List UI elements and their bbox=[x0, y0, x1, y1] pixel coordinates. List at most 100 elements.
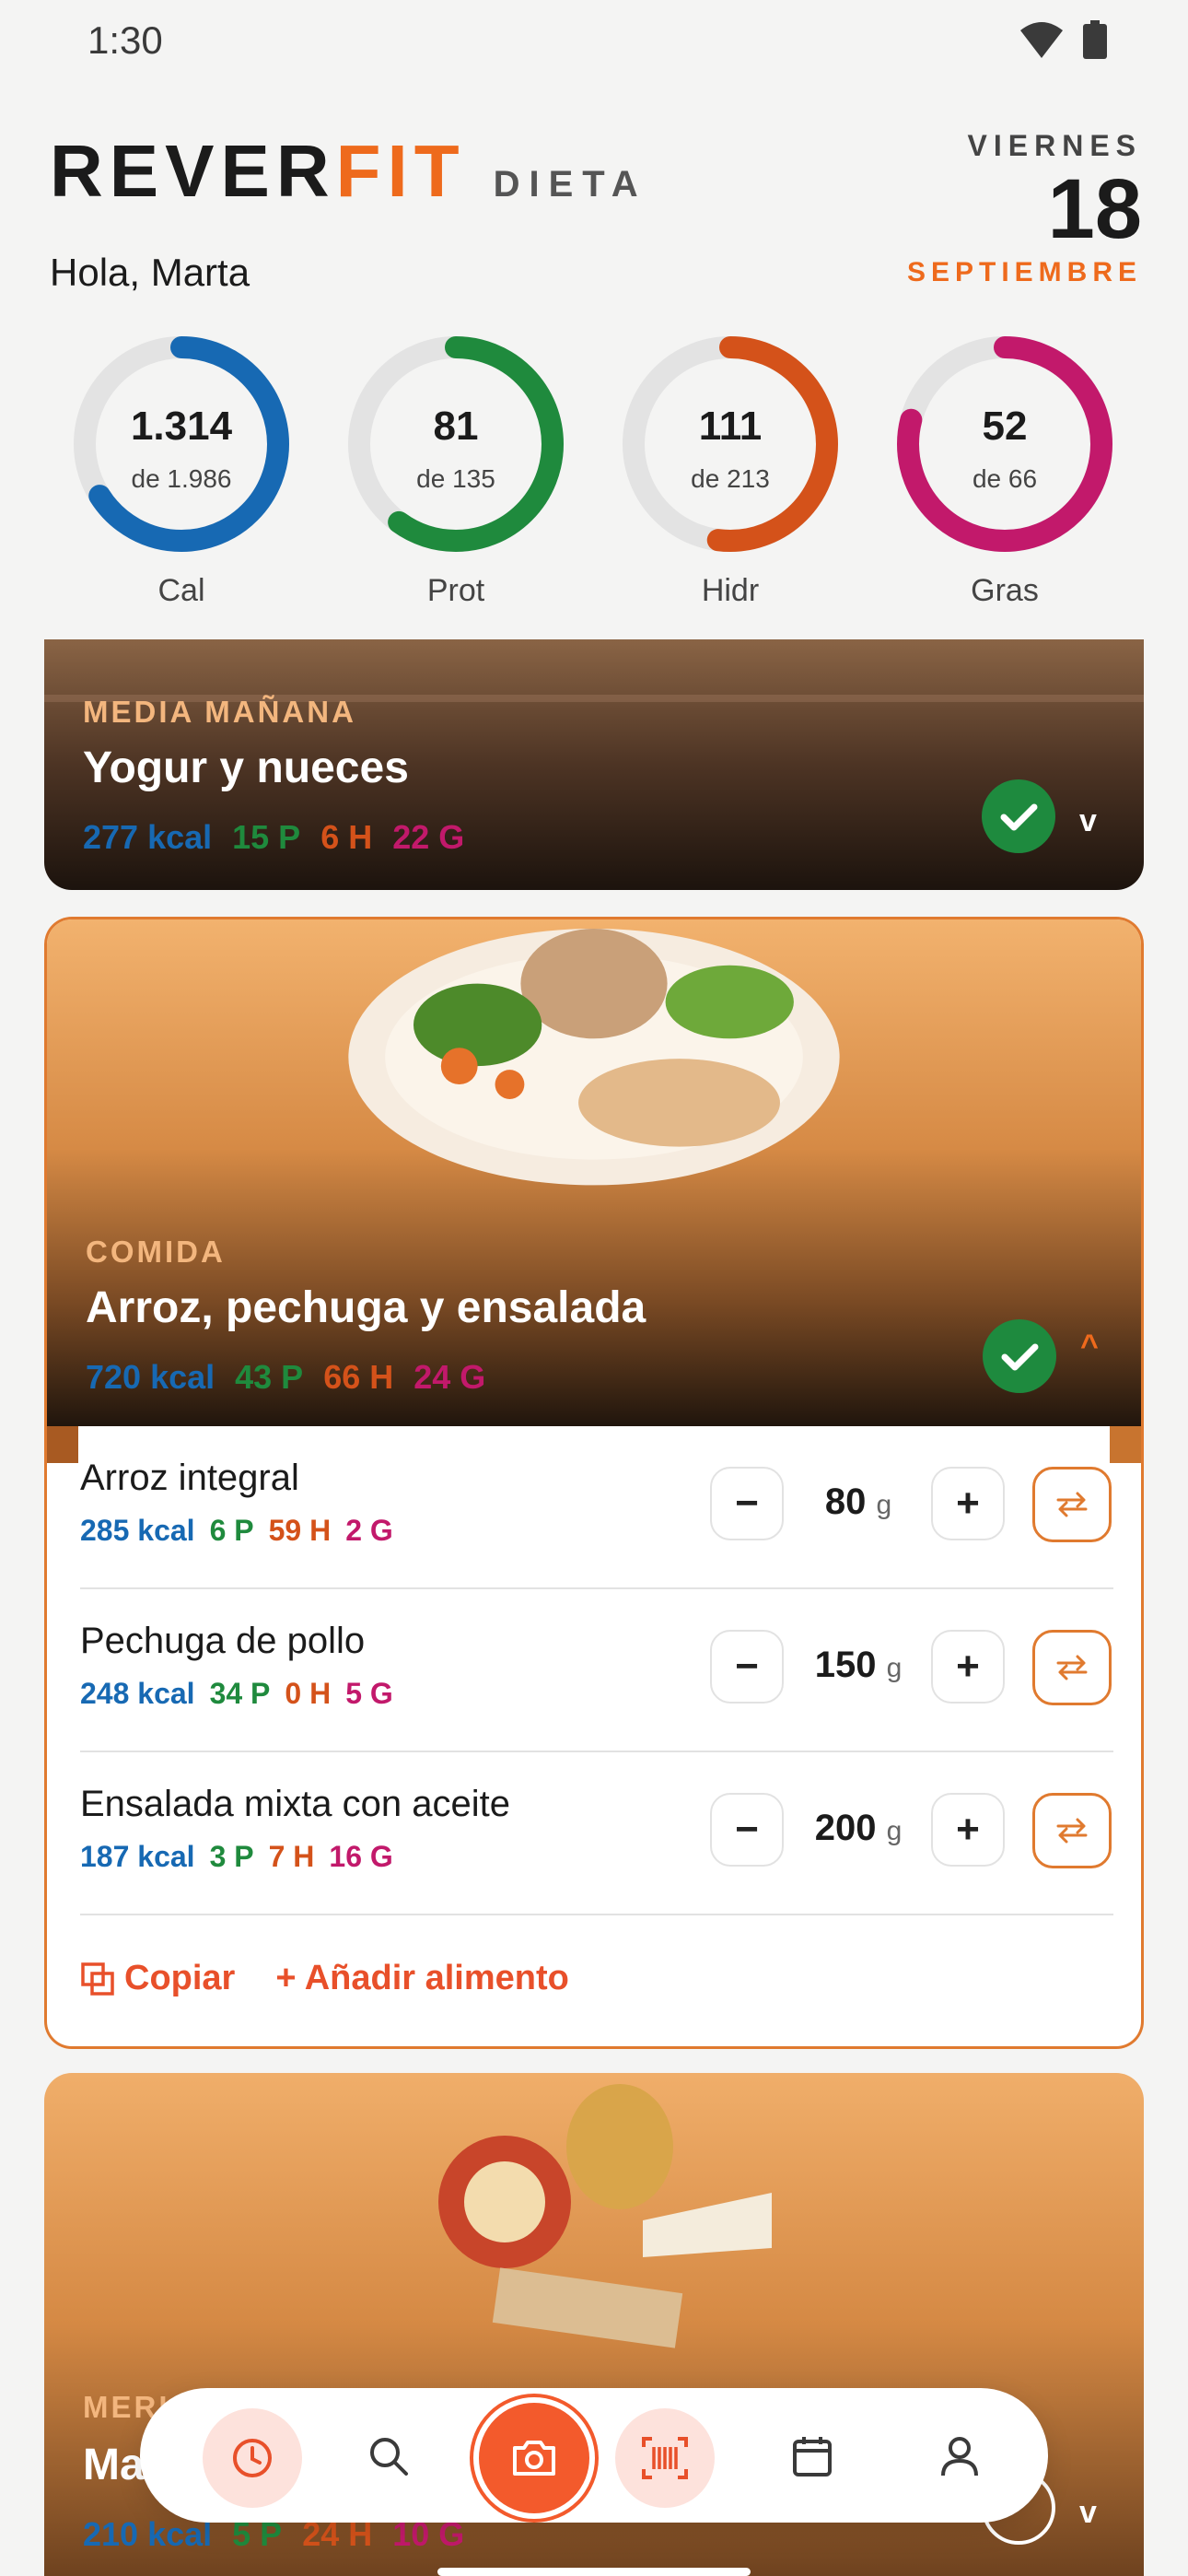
meal-title: Ma bbox=[83, 2441, 145, 2489]
check-icon bbox=[1000, 803, 1038, 831]
macro-fat: 5 G bbox=[345, 1677, 393, 1710]
brand-section: DIETA bbox=[493, 164, 647, 205]
status-bar: 1:30 bbox=[0, 0, 1188, 83]
quantity-number: 150 bbox=[814, 1645, 877, 1685]
ring-value: 52 bbox=[982, 404, 1028, 449]
macro-protein: 34 P bbox=[209, 1677, 271, 1710]
meal-card-comida[interactable]: COMIDA Arroz, pechuga y ensalada 720 kca… bbox=[44, 917, 1144, 1429]
camera-icon bbox=[513, 2441, 555, 2476]
meal-kicker: COMIDA bbox=[86, 1235, 226, 1269]
macro-fat: 24 G bbox=[413, 1358, 486, 1396]
nav-search[interactable] bbox=[343, 2410, 435, 2502]
quantity-number: 80 bbox=[824, 1481, 867, 1522]
ring-calories: 1.314 de 1.986 Cal bbox=[66, 334, 297, 610]
meal-card-media-manana[interactable]: MEDIA MAÑANA Yogur y nueces 277 kcal 15 … bbox=[44, 639, 1144, 890]
ring-carbs: 111 de 213 Hidr bbox=[615, 334, 845, 610]
search-icon bbox=[370, 2438, 408, 2476]
add-food-button[interactable]: + Añadir alimento bbox=[275, 1959, 569, 1998]
increase-button[interactable]: + bbox=[931, 1467, 1005, 1540]
ring-protein: 81 de 135 Prot bbox=[341, 334, 571, 610]
macro-summary: 1.314 de 1.986 Cal 81 de 135 Prot 111 de… bbox=[0, 334, 1188, 610]
quantity-unit: g bbox=[886, 1816, 903, 1846]
quantity-value[interactable]: 150 g bbox=[789, 1645, 927, 1686]
meal-done-check[interactable] bbox=[982, 779, 1055, 853]
divider bbox=[80, 1914, 1113, 1915]
ring-label: Hidr bbox=[701, 573, 760, 608]
food-row: Arroz integral 285 kcal 6 P 59 H 2 G − 8… bbox=[47, 1426, 1147, 1589]
swap-icon bbox=[1056, 1655, 1088, 1680]
increase-button[interactable]: + bbox=[931, 1630, 1005, 1704]
date-display[interactable]: VIERNES 18 SEPTIEMBRE bbox=[907, 129, 1142, 288]
swap-icon bbox=[1056, 1818, 1088, 1844]
macro-fat: 22 G bbox=[392, 818, 465, 856]
food-macros: 187 kcal 3 P 7 H 16 G bbox=[80, 1840, 393, 1874]
decrease-button[interactable]: − bbox=[710, 1630, 784, 1704]
food-macros: 248 kcal 34 P 0 H 5 G bbox=[80, 1677, 393, 1711]
ring-value: 1.314 bbox=[130, 404, 233, 449]
increase-button[interactable]: + bbox=[931, 1793, 1005, 1867]
profile-icon bbox=[941, 2437, 978, 2476]
food-row: Pechuga de pollo 248 kcal 34 P 0 H 5 G −… bbox=[47, 1589, 1147, 1752]
ring-value: 111 bbox=[698, 404, 763, 449]
macro-carbs: 0 H bbox=[285, 1677, 332, 1710]
macro-kcal: 285 kcal bbox=[80, 1514, 195, 1547]
macro-kcal: 248 kcal bbox=[80, 1677, 195, 1710]
macro-protein: 6 P bbox=[209, 1514, 254, 1547]
meal-kicker: MEDIA MAÑANA bbox=[83, 695, 356, 729]
copy-icon bbox=[81, 1961, 114, 1996]
swap-food-button[interactable] bbox=[1032, 1630, 1112, 1705]
meal-done-check[interactable] bbox=[983, 1319, 1056, 1393]
quantity-value[interactable]: 200 g bbox=[789, 1808, 927, 1849]
macro-protein: 43 P bbox=[235, 1358, 304, 1396]
nav-history[interactable] bbox=[203, 2408, 302, 2508]
macro-carbs: 6 H bbox=[320, 818, 373, 856]
food-row: Ensalada mixta con aceite 187 kcal 3 P 7… bbox=[47, 1752, 1147, 1915]
ring-label: Gras bbox=[971, 573, 1039, 608]
swap-icon bbox=[1056, 1492, 1088, 1517]
meal-photo bbox=[47, 919, 1141, 1429]
nav-barcode[interactable] bbox=[615, 2408, 715, 2508]
nav-calendar[interactable] bbox=[766, 2410, 858, 2502]
quantity-unit: g bbox=[886, 1653, 903, 1683]
app-logo: REVER FIT DIETA bbox=[50, 129, 647, 214]
nav-profile[interactable] bbox=[914, 2410, 1006, 2502]
macro-protein: 15 P bbox=[232, 818, 301, 856]
bottom-nav bbox=[140, 2388, 1048, 2523]
quantity-number: 200 bbox=[814, 1808, 877, 1848]
chevron-down-icon[interactable]: v bbox=[1079, 2495, 1097, 2531]
swap-food-button[interactable] bbox=[1032, 1793, 1112, 1868]
date-day-number: 18 bbox=[1047, 162, 1142, 256]
food-name: Arroz integral bbox=[80, 1458, 299, 1498]
status-time: 1:30 bbox=[87, 18, 163, 62]
food-name: Pechuga de pollo bbox=[80, 1621, 366, 1661]
nav-camera[interactable] bbox=[473, 2397, 595, 2519]
macro-protein: 3 P bbox=[209, 1840, 254, 1873]
meal-macros: 277 kcal 15 P 6 H 22 G bbox=[83, 818, 464, 857]
clock-icon bbox=[233, 2439, 272, 2477]
ring-fat: 52 de 66 Gras bbox=[890, 334, 1120, 610]
brand-rever: REVER bbox=[50, 130, 336, 212]
check-icon bbox=[1001, 1343, 1039, 1371]
greeting: Hola, Marta bbox=[50, 251, 250, 294]
ring-target: de 66 bbox=[972, 464, 1038, 493]
battery-icon bbox=[1083, 20, 1107, 59]
chevron-down-icon[interactable]: v bbox=[1079, 803, 1097, 839]
chevron-up-icon[interactable]: ^ bbox=[1080, 1329, 1099, 1364]
quantity-unit: g bbox=[876, 1490, 892, 1520]
swap-food-button[interactable] bbox=[1032, 1467, 1112, 1542]
ring-value: 81 bbox=[433, 404, 479, 449]
meal-title: Yogur y nueces bbox=[83, 744, 409, 792]
date-month: SEPTIEMBRE bbox=[906, 257, 1142, 287]
decrease-button[interactable]: − bbox=[710, 1467, 784, 1540]
barcode-icon bbox=[642, 2437, 688, 2479]
copy-button[interactable]: Copiar bbox=[80, 1959, 235, 1998]
macro-carbs: 59 H bbox=[268, 1514, 332, 1547]
quantity-value[interactable]: 80 g bbox=[789, 1481, 927, 1523]
home-indicator[interactable] bbox=[437, 2568, 751, 2576]
calendar-icon bbox=[793, 2437, 832, 2476]
meal-actions: Copiar + Añadir alimento bbox=[80, 1959, 569, 1998]
decrease-button[interactable]: − bbox=[710, 1793, 784, 1867]
ring-target: de 213 bbox=[691, 464, 770, 493]
macro-kcal: 277 kcal bbox=[83, 818, 213, 856]
macro-kcal: 720 kcal bbox=[86, 1358, 215, 1396]
